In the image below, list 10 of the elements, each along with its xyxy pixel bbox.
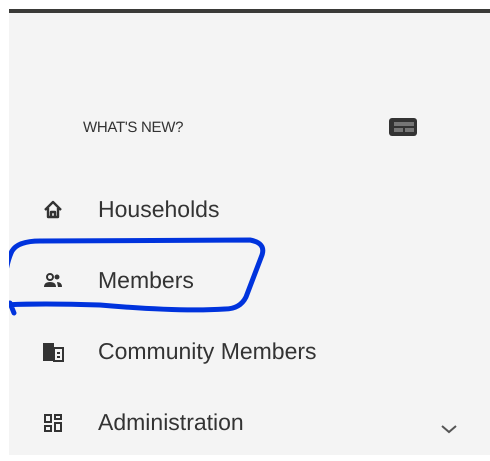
building-icon — [42, 342, 64, 362]
section-heading: WHAT'S NEW? — [83, 118, 184, 136]
menu-item[interactable]: Members — [98, 267, 194, 294]
chevron-icon[interactable] — [440, 424, 458, 434]
grid-icon — [42, 412, 64, 432]
menu-item[interactable]: Community Members — [98, 338, 317, 365]
menu-item[interactable]: Households — [98, 196, 220, 223]
home-icon — [42, 200, 64, 220]
newspaper-icon[interactable] — [388, 117, 418, 137]
menu-item[interactable]: Administration — [98, 409, 244, 436]
